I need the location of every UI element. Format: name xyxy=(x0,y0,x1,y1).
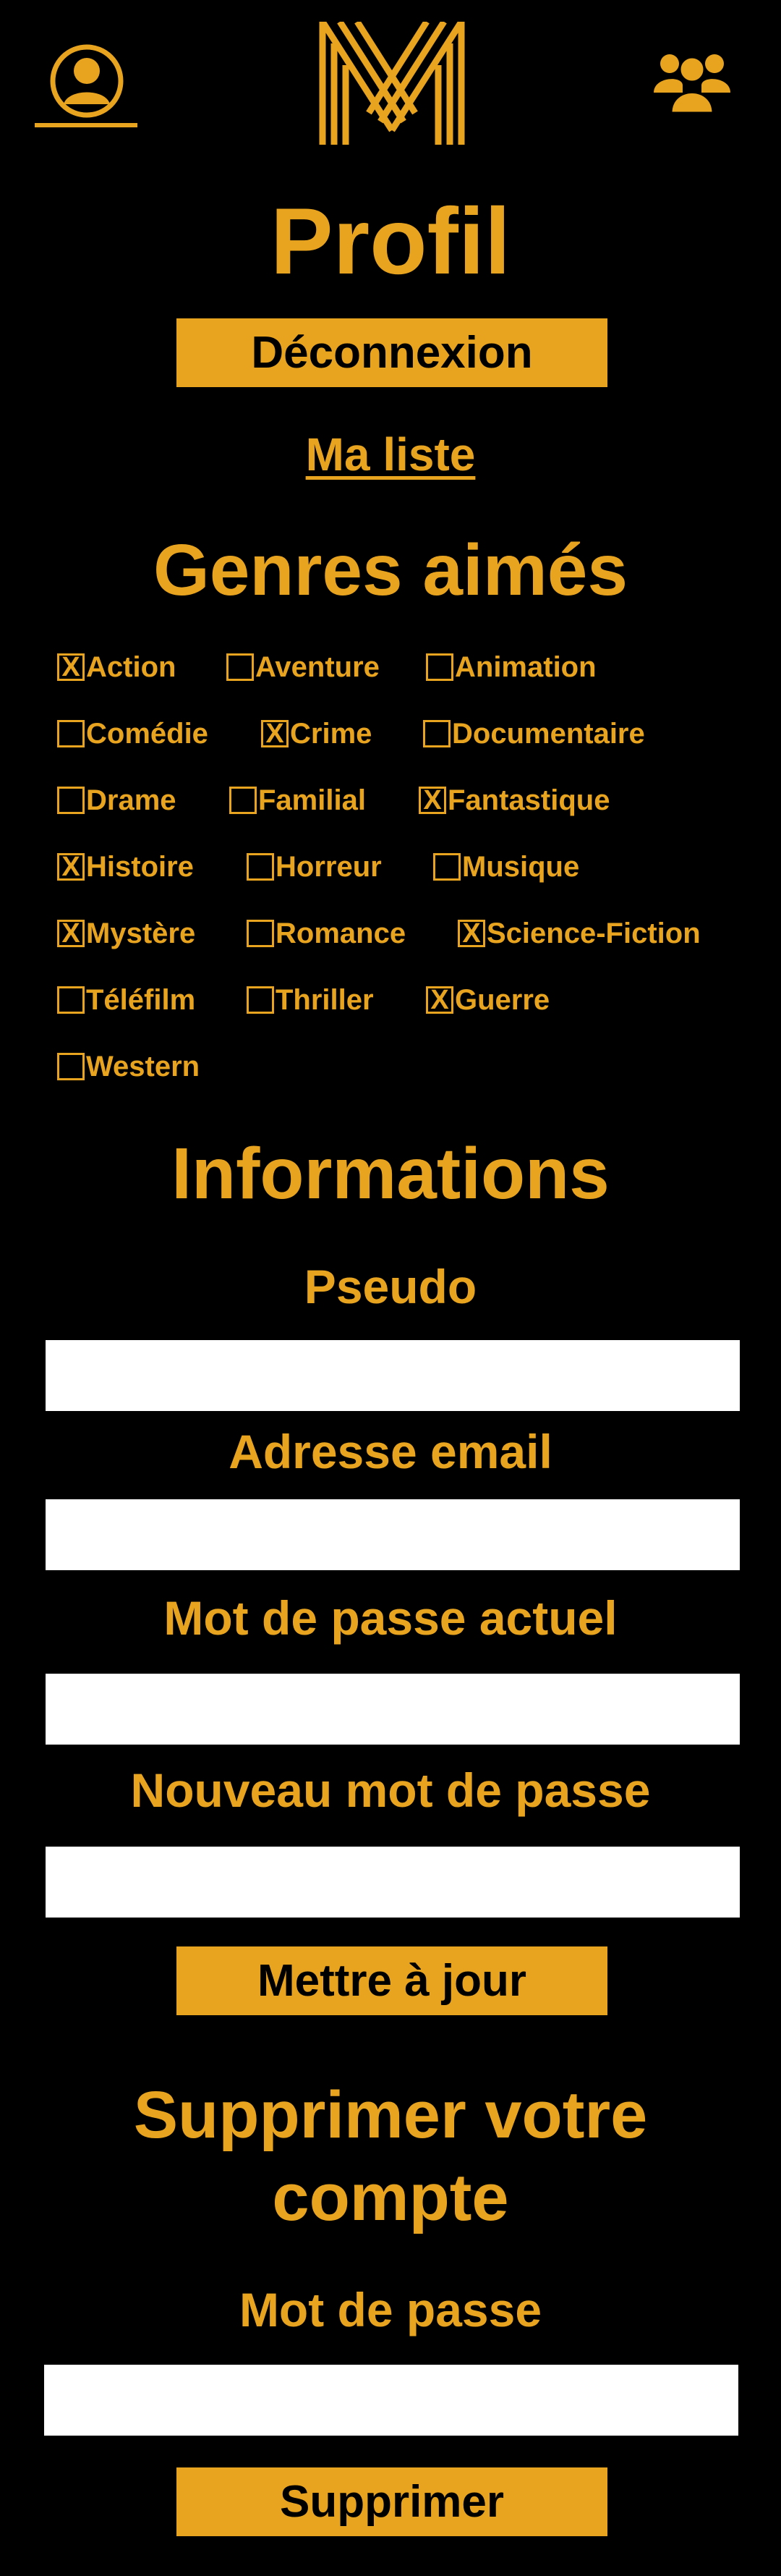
checkbox[interactable] xyxy=(433,853,461,881)
checkbox[interactable] xyxy=(247,853,274,881)
genre-label: Comédie xyxy=(86,718,208,750)
genre-familial[interactable]: Familial xyxy=(229,782,366,818)
update-button[interactable]: Mettre à jour xyxy=(176,1946,607,2015)
genre-crime[interactable]: X Crime xyxy=(261,716,372,752)
genre-label: Animation xyxy=(455,651,597,683)
genre-western[interactable]: Western xyxy=(57,1048,200,1085)
pseudo-field[interactable] xyxy=(46,1340,740,1411)
checkbox[interactable] xyxy=(229,787,257,814)
genre-aventure[interactable]: Aventure xyxy=(226,649,380,685)
genre-guerre[interactable]: X Guerre xyxy=(426,982,550,1018)
checkbox[interactable] xyxy=(57,1053,85,1080)
checkbox[interactable] xyxy=(57,787,85,814)
checkbox[interactable] xyxy=(226,653,254,681)
checkbox[interactable] xyxy=(247,986,274,1014)
genre-musique[interactable]: Musique xyxy=(433,849,579,885)
email-label: Adresse email xyxy=(229,1425,552,1478)
genre-science-fiction[interactable]: X Science-Fiction xyxy=(458,915,701,952)
genre-label: Fantastique xyxy=(448,784,610,816)
users-group-icon[interactable] xyxy=(654,48,730,113)
checkbox[interactable]: X xyxy=(57,920,85,947)
logo-icon[interactable] xyxy=(318,22,466,145)
delete-title-line1: Supprimer votre xyxy=(133,2078,648,2152)
genre-histoire[interactable]: X Histoire xyxy=(57,849,194,885)
genre-label: Histoire xyxy=(86,851,194,883)
current-password-field[interactable] xyxy=(46,1674,740,1745)
genre-label: Mystère xyxy=(86,918,196,949)
genre-thriller[interactable]: Thriller xyxy=(247,982,374,1018)
logout-button[interactable]: Déconnexion xyxy=(176,318,607,387)
genre-animation[interactable]: Animation xyxy=(426,649,597,685)
genres-title: Genres aimés xyxy=(153,530,628,611)
genre-label: Thriller xyxy=(276,984,374,1016)
genre-label: Science-Fiction xyxy=(487,918,701,949)
delete-title-line2: compte xyxy=(272,2161,509,2234)
genre-label: Action xyxy=(86,651,176,683)
genre-mystere[interactable]: X Mystère xyxy=(57,915,195,952)
genre-label: Documentaire xyxy=(452,718,645,750)
delete-button[interactable]: Supprimer xyxy=(176,2467,607,2536)
checkbox[interactable]: X xyxy=(57,653,85,681)
my-list-link[interactable]: Ma liste xyxy=(0,425,781,483)
genre-fantastique[interactable]: X Fantastique xyxy=(419,782,610,818)
checkbox[interactable]: X xyxy=(261,720,289,747)
genre-label: Téléfilm xyxy=(86,984,196,1016)
new-password-label: Nouveau mot de passe xyxy=(130,1763,651,1817)
checkbox[interactable]: X xyxy=(419,787,446,814)
delete-account-title: Supprimer votre compte xyxy=(0,2074,781,2239)
checkbox[interactable] xyxy=(426,653,453,681)
checkbox[interactable]: X xyxy=(57,853,85,881)
user-circle-icon[interactable] xyxy=(49,43,124,119)
genre-documentaire[interactable]: Documentaire xyxy=(423,716,645,752)
genre-label: Romance xyxy=(276,918,406,949)
checkbox[interactable] xyxy=(423,720,451,747)
checkbox[interactable]: X xyxy=(426,986,453,1014)
genre-label: Drame xyxy=(86,784,176,816)
current-password-label: Mot de passe actuel xyxy=(163,1591,618,1645)
checkbox[interactable] xyxy=(57,986,85,1014)
genre-action[interactable]: X Action xyxy=(57,649,176,685)
profile-active-underline xyxy=(35,123,137,127)
genre-label: Familial xyxy=(258,784,366,816)
info-title: Informations xyxy=(171,1133,610,1214)
genre-romance[interactable]: Romance xyxy=(247,915,406,952)
delete-password-label: Mot de passe xyxy=(239,2283,542,2336)
genre-label: Western xyxy=(86,1051,200,1082)
genre-label: Guerre xyxy=(455,984,550,1016)
genre-drame[interactable]: Drame xyxy=(57,782,176,818)
genre-telefilm[interactable]: Téléfilm xyxy=(57,982,195,1018)
new-password-field[interactable] xyxy=(46,1847,740,1918)
genre-label: Aventure xyxy=(255,651,380,683)
email-field[interactable] xyxy=(46,1499,740,1570)
pseudo-label: Pseudo xyxy=(304,1260,477,1313)
genre-label: Horreur xyxy=(276,851,382,883)
genre-label: Crime xyxy=(290,718,372,750)
page-title: Profil xyxy=(270,188,511,294)
genre-comedie[interactable]: Comédie xyxy=(57,716,208,752)
checkbox[interactable] xyxy=(247,920,274,947)
delete-password-field[interactable] xyxy=(44,2365,738,2436)
checkbox[interactable]: X xyxy=(458,920,485,947)
genre-horreur[interactable]: Horreur xyxy=(247,849,382,885)
checkbox[interactable] xyxy=(57,720,85,747)
genre-label: Musique xyxy=(462,851,580,883)
